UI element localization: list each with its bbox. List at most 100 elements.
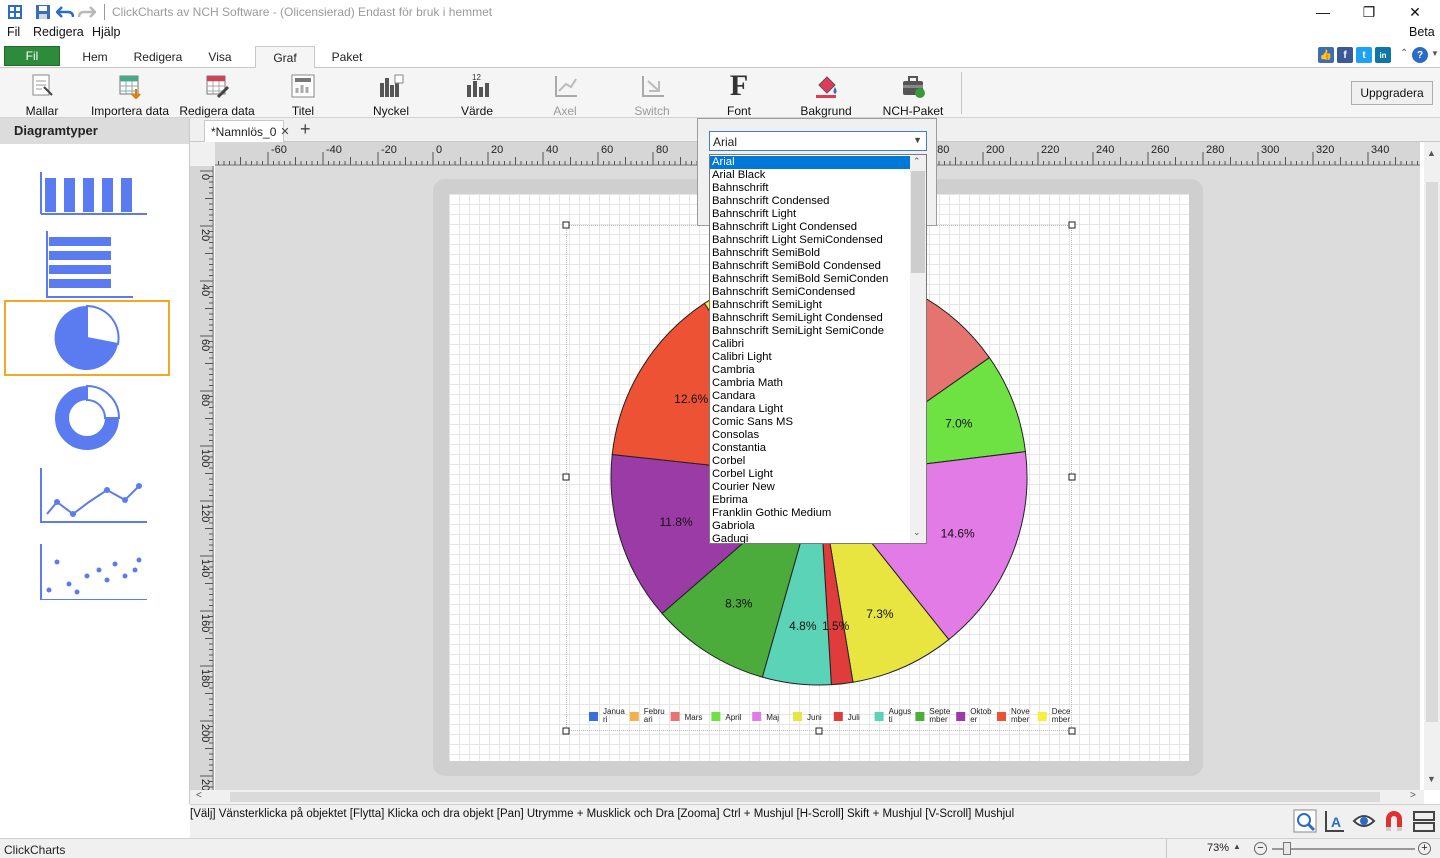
font-combobox-arrow-icon[interactable]: ▼ — [913, 135, 922, 145]
font-list[interactable]: ⌃ ⌄ Arial Arial Black Bahnschrift Bahnschri… — [709, 154, 927, 544]
font-option[interactable]: Bahnschrift SemiBold SemiConden — [710, 273, 910, 286]
selection-handle[interactable] — [1068, 727, 1076, 735]
font-list-scroll-thumb[interactable] — [911, 171, 925, 273]
donut-chart-type[interactable] — [4, 380, 170, 456]
bar-chart-type[interactable] — [4, 148, 170, 224]
font-option[interactable]: Bahnschrift SemiBold Condensed — [710, 260, 910, 273]
scroll-down-icon[interactable]: ⌄ — [913, 527, 921, 538]
font-option[interactable]: Gabriola — [710, 520, 910, 533]
linkedin-icon[interactable]: in — [1375, 47, 1391, 63]
zoom-menu-icon[interactable]: ▲ — [1233, 842, 1241, 851]
background-button[interactable]: Bakgrund — [800, 72, 852, 118]
upgrade-button[interactable]: Uppgradera — [1351, 81, 1433, 105]
zoom-tool-icon[interactable] — [1291, 808, 1319, 834]
help-icon[interactable]: ? — [1412, 47, 1428, 63]
snap-magnet-icon[interactable] — [1380, 808, 1408, 834]
horizontal-scrollbar[interactable]: < > — [190, 790, 1424, 804]
tab-file[interactable]: Fil — [4, 46, 60, 66]
save-icon[interactable] — [34, 3, 52, 21]
selection-handle[interactable] — [562, 221, 570, 229]
templates-button[interactable]: Mallar — [22, 72, 62, 118]
font-option[interactable]: Calibri — [710, 338, 910, 351]
axis-button[interactable]: Axel — [549, 72, 581, 118]
tab-view[interactable]: Visa — [198, 46, 242, 68]
font-option[interactable]: Bahnschrift Light Condensed — [710, 221, 910, 234]
font-option[interactable]: Bahnschrift SemiLight SemiConde — [710, 325, 910, 338]
value-button[interactable]: 12 Värde — [460, 72, 494, 118]
font-option[interactable]: Candara — [710, 390, 910, 403]
font-option[interactable]: Candara Light — [710, 403, 910, 416]
zoom-out-icon[interactable]: − — [1254, 842, 1267, 855]
minimize-button[interactable]: — — [1300, 0, 1346, 24]
font-option[interactable]: Bahnschrift SemiLight Condensed — [710, 312, 910, 325]
font-option[interactable]: Arial Black — [710, 169, 910, 182]
undo-icon[interactable] — [56, 3, 74, 21]
font-option[interactable]: Bahnschrift Light SemiCondensed — [710, 234, 910, 247]
font-button[interactable]: F Font — [722, 71, 756, 119]
font-option[interactable]: Bahnschrift Condensed — [710, 195, 910, 208]
font-list-scrollbar[interactable]: ⌃ ⌄ — [910, 155, 926, 543]
font-option[interactable]: Cambria Math — [710, 377, 910, 390]
zoom-slider-thumb[interactable] — [1283, 842, 1291, 855]
collapse-ribbon-icon[interactable]: ⌃ — [1400, 48, 1408, 59]
title-button[interactable]: Titel — [287, 72, 319, 118]
font-option[interactable]: Bahnschrift SemiBold — [710, 247, 910, 260]
zoom-slider[interactable] — [1272, 848, 1415, 850]
vertical-scrollbar[interactable]: ▲ ▼ — [1424, 142, 1440, 790]
tab-package[interactable]: Paket — [322, 46, 372, 68]
edit-data-button[interactable]: Redigera data — [179, 72, 255, 118]
pie-chart-type[interactable] — [4, 300, 170, 376]
help-dropdown-icon[interactable]: ▼ — [1431, 49, 1439, 58]
menu-help[interactable]: Hjälp — [92, 25, 121, 39]
font-option[interactable]: Consolas — [710, 429, 910, 442]
font-option[interactable]: Bahnschrift SemiCondensed — [710, 286, 910, 299]
font-option[interactable]: Bahnschrift SemiLight — [710, 299, 910, 312]
maximize-button[interactable]: ❐ — [1346, 0, 1392, 24]
tab-home[interactable]: Hem — [72, 46, 118, 68]
font-option[interactable]: Bahnschrift — [710, 182, 910, 195]
selection-handle[interactable] — [815, 727, 823, 735]
tab-edit[interactable]: Redigera — [126, 46, 190, 68]
scatter-chart-type[interactable] — [4, 532, 170, 608]
close-button[interactable]: ✕ — [1392, 0, 1438, 24]
scroll-up-icon[interactable]: ⌃ — [913, 156, 921, 167]
font-option[interactable]: Ebrima — [710, 494, 910, 507]
switch-button[interactable]: Switch — [632, 72, 672, 118]
font-option[interactable]: Constantia — [710, 442, 910, 455]
legend-button[interactable]: Nyckel — [372, 72, 410, 118]
nch-package-button[interactable]: NCH-Paket — [883, 72, 943, 118]
line-chart-type[interactable] — [4, 456, 170, 532]
panel-toggle-icon[interactable] — [1410, 808, 1438, 834]
facebook-icon[interactable]: f — [1337, 47, 1353, 63]
font-option[interactable]: Gadugi — [710, 533, 910, 543]
title-bar: ClickCharts av NCH Software - (Olicensie… — [0, 0, 1440, 24]
twitter-icon[interactable]: t — [1356, 47, 1372, 63]
selection-handle[interactable] — [1068, 473, 1076, 481]
selection-handle[interactable] — [1068, 221, 1076, 229]
font-option[interactable]: Cambria — [710, 364, 910, 377]
font-option[interactable]: Arial — [710, 156, 910, 169]
zoom-in-icon[interactable]: + — [1418, 842, 1431, 855]
font-option[interactable]: Calibri Light — [710, 351, 910, 364]
font-option[interactable]: Corbel — [710, 455, 910, 468]
close-tab-icon[interactable]: ✕ — [280, 125, 289, 138]
font-option[interactable]: Courier New — [710, 481, 910, 494]
document-tab[interactable]: *Namnlös_0 ✕ — [204, 120, 290, 142]
redo-icon[interactable] — [78, 3, 96, 21]
tab-graph[interactable]: Graf — [255, 46, 315, 69]
selection-handle[interactable] — [562, 473, 570, 481]
add-tab-icon[interactable]: + — [300, 119, 311, 140]
selection-handle[interactable] — [562, 727, 570, 735]
font-combobox[interactable]: Arial ▼ — [709, 131, 927, 151]
font-option[interactable]: Bahnschrift Light — [710, 208, 910, 221]
view-tool-icon[interactable] — [1350, 808, 1378, 834]
like-icon[interactable]: 👍 — [1318, 47, 1334, 63]
import-data-button[interactable]: Importera data — [90, 72, 170, 118]
text-tool-icon[interactable]: A — [1320, 808, 1348, 834]
font-option[interactable]: Franklin Gothic Medium — [710, 507, 910, 520]
font-option[interactable]: Corbel Light — [710, 468, 910, 481]
font-option[interactable]: Comic Sans MS — [710, 416, 910, 429]
menu-file[interactable]: Fil — [7, 25, 20, 39]
horizontal-bar-chart-type[interactable] — [4, 226, 170, 302]
menu-edit[interactable]: Redigera — [33, 25, 84, 39]
